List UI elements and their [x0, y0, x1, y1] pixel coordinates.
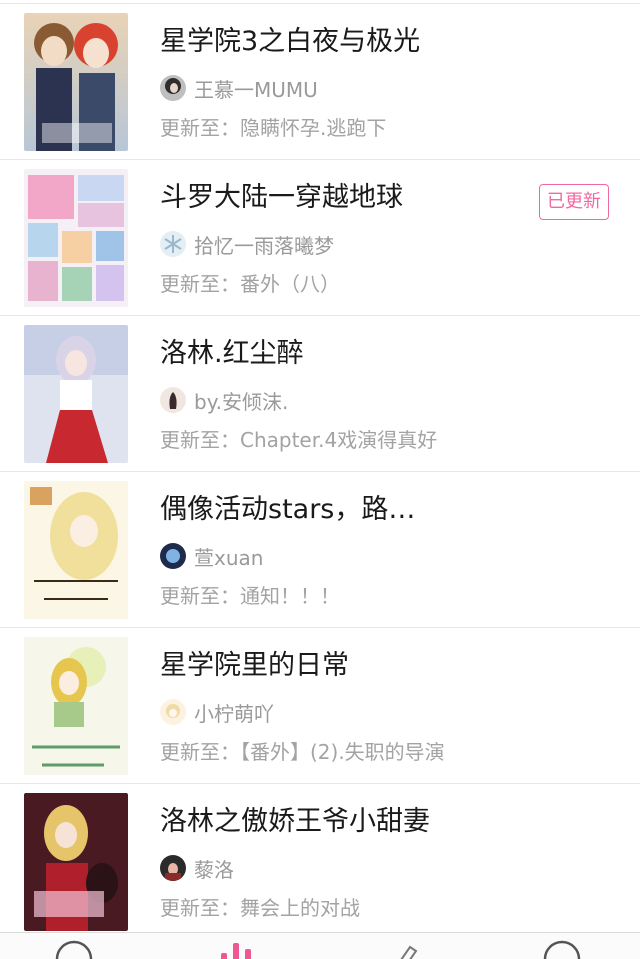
story-list: 星学院3之白夜与极光 王慕一MUMU 更新至：隐瞒怀孕.逃跑下 斗罗大陆一穿越地…: [0, 0, 640, 932]
story-title[interactable]: 洛林之傲娇王爷小甜妻: [160, 804, 430, 840]
pen-icon[interactable]: [382, 939, 422, 959]
green-title-cover: [24, 637, 128, 775]
chart-bars-icon[interactable]: [216, 939, 256, 959]
updated-badge: 已更新: [539, 184, 609, 220]
update-status: 更新至：通知！！！: [160, 584, 340, 608]
story-title[interactable]: 洛林.红尘醉: [160, 336, 304, 372]
author-row: 萱xuan: [160, 542, 263, 570]
author-row: 小柠萌吖: [160, 698, 274, 726]
cream-chibi-avatar: [160, 699, 186, 725]
story-item[interactable]: 洛林之傲娇王爷小甜妻 藜洛 更新至：舞会上的对战: [0, 784, 640, 932]
home-circle-icon[interactable]: [54, 939, 94, 959]
author-name: 小柠萌吖: [194, 701, 274, 726]
dark-hair-avatar: [160, 75, 186, 101]
story-item[interactable]: 星学院里的日常 小柠萌吖 更新至：【番外】(2).失职的导演: [0, 628, 640, 784]
collage-cover: [24, 169, 128, 307]
author-name: 藜洛: [194, 857, 234, 882]
author-row: by.安倾沫.: [160, 386, 288, 414]
update-status: 更新至：舞会上的对战: [160, 896, 360, 920]
story-title[interactable]: 星学院里的日常: [160, 648, 349, 684]
author-row: 藜洛: [160, 854, 234, 882]
story-title[interactable]: 偶像活动stars，路…: [160, 492, 415, 528]
bottom-tab-bar: [0, 932, 640, 959]
anime-couple-cover: [24, 13, 128, 151]
silhouette-avatar: [160, 387, 186, 413]
author-name: 萱xuan: [194, 545, 264, 570]
story-title[interactable]: 斗罗大陆一穿越地球: [160, 180, 403, 216]
story-item[interactable]: 偶像活动stars，路… 萱xuan 更新至：通知！！！: [0, 472, 640, 628]
crimson-cover: [24, 793, 128, 931]
author-name: 拾忆一雨落曦梦: [194, 233, 334, 258]
dark-portrait-avatar: [160, 855, 186, 881]
author-name: 王慕一MUMU: [194, 77, 318, 102]
author-name: by.安倾沫.: [194, 389, 289, 414]
update-status: 更新至：番外（八）: [160, 272, 340, 296]
profile-circle-icon[interactable]: [542, 939, 582, 959]
author-row: 拾忆一雨落曦梦: [160, 230, 334, 258]
snowflake-avatar: [160, 231, 186, 257]
update-status: 更新至：隐瞒怀孕.逃跑下: [160, 116, 387, 140]
blue-orb-avatar: [160, 543, 186, 569]
author-row: 王慕一MUMU: [160, 74, 318, 102]
update-status: 更新至：Chapter.4戏演得真好: [160, 428, 438, 452]
story-item[interactable]: 斗罗大陆一穿越地球 已更新 拾忆一雨落曦梦 更新至：番外（八）: [0, 160, 640, 316]
story-item[interactable]: 洛林.红尘醉 by.安倾沫. 更新至：Chapter.4戏演得真好: [0, 316, 640, 472]
update-status: 更新至：【番外】(2).失职的导演: [160, 740, 445, 764]
red-dress-girl-cover: [24, 325, 128, 463]
story-item[interactable]: 星学院3之白夜与极光 王慕一MUMU 更新至：隐瞒怀孕.逃跑下: [0, 4, 640, 160]
blonde-idol-cover: [24, 481, 128, 619]
story-title[interactable]: 星学院3之白夜与极光: [160, 24, 420, 60]
